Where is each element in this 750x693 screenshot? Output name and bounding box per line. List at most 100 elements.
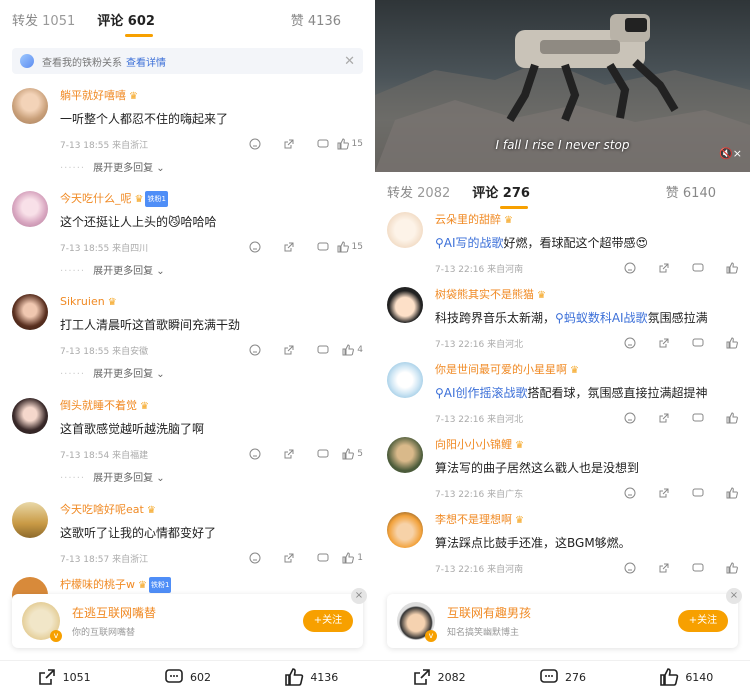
dislike-button[interactable]: [227, 241, 261, 253]
dislike-button[interactable]: [227, 448, 261, 460]
share-button[interactable]: [261, 552, 295, 564]
share-button[interactable]: [636, 487, 670, 499]
avatar[interactable]: [387, 437, 423, 473]
reply-button[interactable]: [295, 448, 329, 460]
like-button[interactable]: 6140: [659, 667, 713, 687]
topic-link[interactable]: ⚲AI创作摇滚战歌: [435, 386, 528, 400]
comment-author[interactable]: 今天吃啥好呢eat ♛: [60, 502, 363, 518]
expand-replies[interactable]: ······ 展开更多回复 ⌄: [60, 266, 363, 278]
comment-button[interactable]: 276: [539, 667, 586, 687]
share-button[interactable]: [636, 562, 670, 574]
avatar[interactable]: [387, 512, 423, 548]
avatar[interactable]: [12, 398, 48, 434]
dislike-button[interactable]: [227, 138, 261, 150]
crown-icon: ♛: [515, 440, 524, 451]
reply-button[interactable]: [295, 241, 329, 253]
topic-link[interactable]: ⚲AI写的战歌: [435, 236, 504, 250]
fan-relation-banner[interactable]: 查看我的铁粉关系 查看详情 ✕: [12, 48, 363, 74]
follow-button[interactable]: +关注: [303, 610, 353, 632]
dislike-button[interactable]: [602, 412, 636, 424]
follow-card[interactable]: v 在逃互联网嘴替 你的互联网嘴替 +关注 ×: [12, 588, 367, 648]
share-button[interactable]: [261, 241, 295, 253]
tab-comment[interactable]: 评论 602: [97, 10, 155, 37]
dislike-button[interactable]: [602, 487, 636, 499]
like-button[interactable]: [704, 487, 738, 499]
comment-author[interactable]: 躺平就好嘻嘻 ♛: [60, 88, 363, 104]
share-button[interactable]: [636, 262, 670, 274]
share-button[interactable]: [261, 448, 295, 460]
like-button[interactable]: 4136: [284, 667, 338, 687]
tab-repost[interactable]: 转发 1051: [12, 10, 75, 29]
tab-repost[interactable]: 转发 2082: [387, 182, 450, 201]
reply-button[interactable]: [295, 552, 329, 564]
like-button[interactable]: 15: [329, 138, 363, 150]
reply-button[interactable]: [670, 337, 704, 349]
avatar[interactable]: [12, 294, 48, 330]
reply-button[interactable]: [670, 412, 704, 424]
comment-button[interactable]: 602: [164, 667, 211, 687]
comment-author[interactable]: 云朵里的甜醉 ♛: [435, 212, 738, 228]
like-button[interactable]: 4: [329, 344, 363, 356]
like-button[interactable]: [704, 337, 738, 349]
like-button[interactable]: [704, 412, 738, 424]
follow-button[interactable]: +关注: [678, 610, 728, 632]
comment-author[interactable]: 今天吃什么_呢 ♛ 铁粉1: [60, 191, 363, 207]
avatar[interactable]: v: [22, 602, 62, 642]
expand-replies[interactable]: ······ 展开更多回复 ⌄: [60, 163, 363, 175]
close-icon[interactable]: ✕: [344, 54, 355, 69]
reply-button[interactable]: [670, 262, 704, 274]
comment-author[interactable]: Sikruien ♛: [60, 294, 363, 310]
dislike-button[interactable]: [602, 562, 636, 574]
comment-author[interactable]: 李想不是理想啊 ♛: [435, 512, 738, 528]
like-button[interactable]: 5: [329, 448, 363, 460]
follow-card[interactable]: v 互联网有趣男孩 知名搞笑幽默博主 +关注 ×: [387, 588, 742, 648]
comment-author[interactable]: 柠檬味的桃子w ♛ 铁粉1: [60, 577, 363, 593]
tab-likes[interactable]: 赞 4136: [291, 10, 341, 29]
share-button[interactable]: [261, 138, 295, 150]
avatar[interactable]: [12, 502, 48, 538]
dislike-button[interactable]: [602, 262, 636, 274]
reply-button[interactable]: [670, 562, 704, 574]
repost-button[interactable]: 1051: [37, 667, 91, 687]
share-button[interactable]: [636, 412, 670, 424]
share-button[interactable]: [261, 344, 295, 356]
like-count: 15: [351, 242, 363, 252]
close-icon[interactable]: ×: [726, 588, 742, 604]
topic-link[interactable]: ⚲蚂蚁数科AI战歌: [555, 311, 648, 325]
like-button[interactable]: 15: [329, 241, 363, 253]
avatar[interactable]: [12, 191, 48, 227]
follow-name[interactable]: 互联网有趣男孩: [447, 604, 531, 621]
close-icon[interactable]: ×: [351, 588, 367, 604]
video-player[interactable]: I fall I rise I never stop 🔇×: [375, 0, 750, 172]
avatar[interactable]: [387, 287, 423, 323]
reply-button[interactable]: [670, 487, 704, 499]
like-button[interactable]: [704, 562, 738, 574]
banner-link[interactable]: 查看详情: [126, 54, 166, 69]
comment-author[interactable]: 向阳小小小锦鲤 ♛: [435, 437, 738, 453]
dislike-button[interactable]: [227, 344, 261, 356]
tab-comment[interactable]: 评论 276: [472, 182, 530, 209]
dislike-button[interactable]: [602, 337, 636, 349]
repost-button[interactable]: 2082: [412, 667, 466, 687]
reply-button[interactable]: [295, 138, 329, 150]
like-button[interactable]: [704, 262, 738, 274]
mute-icon[interactable]: 🔇×: [719, 147, 742, 160]
comment-author[interactable]: 你是世间最可爱的小星星啊 ♛: [435, 362, 738, 378]
avatar[interactable]: [12, 88, 48, 124]
dislike-button[interactable]: [227, 552, 261, 564]
comment-author[interactable]: 倒头就睡不着觉 ♛: [60, 398, 363, 414]
comment-author[interactable]: 树袋熊其实不是熊猫 ♛: [435, 287, 738, 303]
follow-name[interactable]: 在逃互联网嘴替: [72, 604, 156, 621]
like-count: 1: [357, 553, 363, 563]
reply-button[interactable]: [295, 344, 329, 356]
tab-likes[interactable]: 赞 6140: [666, 182, 716, 201]
avatar[interactable]: [387, 362, 423, 398]
share-button[interactable]: [636, 337, 670, 349]
like-button[interactable]: 1: [329, 552, 363, 564]
expand-replies[interactable]: ······ 展开更多回复 ⌄: [60, 369, 363, 381]
share-icon: [659, 563, 669, 573]
expand-replies[interactable]: ······ 展开更多回复 ⌄: [60, 473, 363, 485]
dots-icon: ······: [60, 163, 86, 174]
avatar[interactable]: v: [397, 602, 437, 642]
avatar[interactable]: [387, 212, 423, 248]
